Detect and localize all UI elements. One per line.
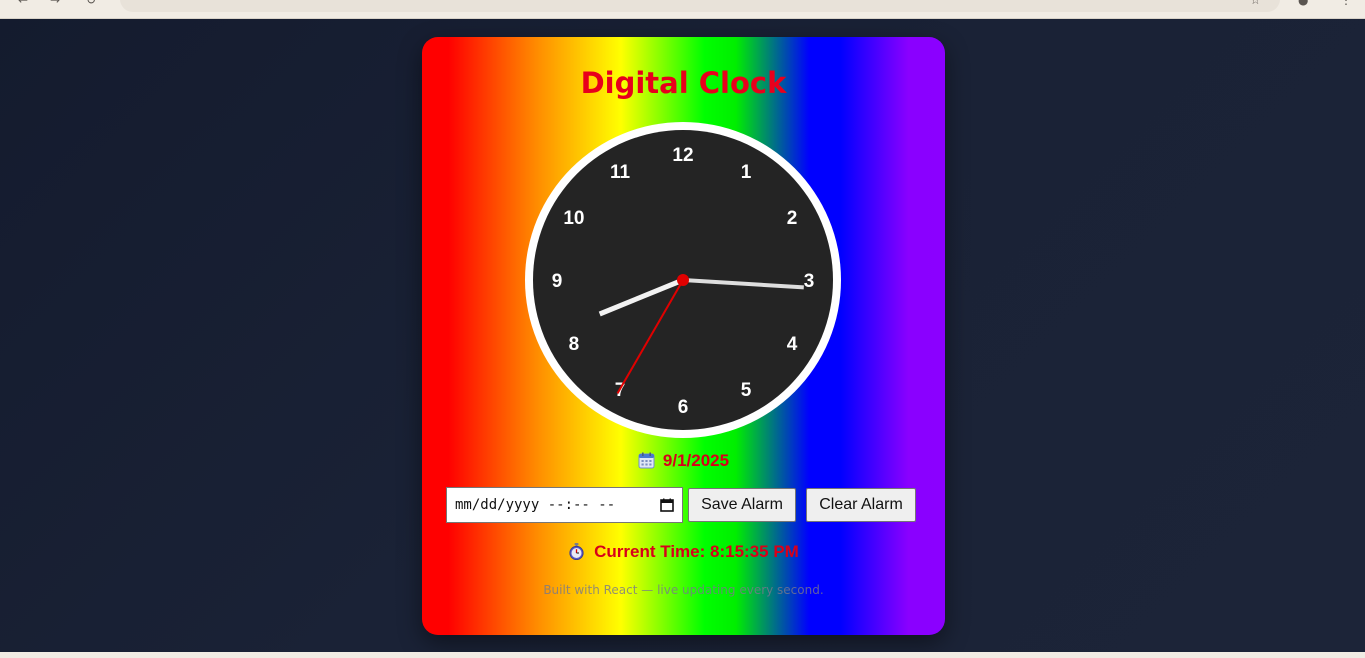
clock-numeral-10: 10 — [563, 208, 584, 229]
clock-numeral-11: 11 — [610, 162, 631, 183]
reload-icon[interactable]: ↻ — [86, 0, 96, 7]
stopwatch-icon — [569, 543, 584, 560]
current-time-text: Current Time: 8:15:35 PM — [594, 542, 799, 561]
clock-numeral-2: 2 — [787, 208, 798, 229]
clock-numeral-9: 9 — [552, 271, 563, 292]
analog-clock-face: 121234567891011 — [525, 122, 841, 438]
browser-toolbar: ← → ↻ ☆ ● ⋮ — [0, 0, 1365, 19]
current-time-display: Current Time: 8:15:35 PM — [422, 540, 945, 564]
back-icon[interactable]: ← — [18, 0, 28, 7]
calendar-icon — [638, 452, 655, 469]
forward-icon[interactable]: → — [50, 0, 60, 7]
address-bar[interactable] — [120, 0, 1280, 12]
bookmark-star-icon[interactable]: ☆ — [1250, 0, 1261, 7]
clock-numeral-3: 3 — [804, 271, 815, 292]
datetime-picker-icon[interactable] — [660, 498, 674, 512]
footer-note: Built with React — live updating every s… — [543, 583, 824, 597]
alarm-controls: mm/dd/yyyy --:-- -- Save Alarm Clear Ala… — [446, 487, 922, 523]
browser-bottom-edge — [0, 652, 1365, 658]
date-display: 9/1/2025 — [422, 449, 945, 473]
clock-numeral-8: 8 — [569, 334, 580, 355]
menu-kebab-icon[interactable]: ⋮ — [1340, 0, 1352, 7]
page-title: Digital Clock — [580, 66, 787, 100]
clock-numeral-6: 6 — [678, 397, 689, 418]
clock-card: Digital Clock 121234567891011 9/1/2025 — [422, 37, 945, 635]
profile-avatar-icon[interactable]: ● — [1298, 0, 1308, 7]
alarm-datetime-input[interactable]: mm/dd/yyyy --:-- -- — [446, 487, 683, 523]
analog-clock: 121234567891011 — [525, 122, 841, 438]
clock-numeral-5: 5 — [741, 380, 752, 401]
clock-numeral-4: 4 — [787, 334, 798, 355]
clock-numeral-12: 12 — [672, 145, 693, 166]
save-alarm-button[interactable]: Save Alarm — [688, 488, 796, 522]
clock-numeral-1: 1 — [741, 162, 752, 183]
alarm-datetime-value: mm/dd/yyyy --:-- -- — [455, 497, 616, 513]
date-text: 9/1/2025 — [662, 451, 730, 470]
clear-alarm-button[interactable]: Clear Alarm — [806, 488, 916, 522]
clock-center-pin — [677, 274, 689, 286]
